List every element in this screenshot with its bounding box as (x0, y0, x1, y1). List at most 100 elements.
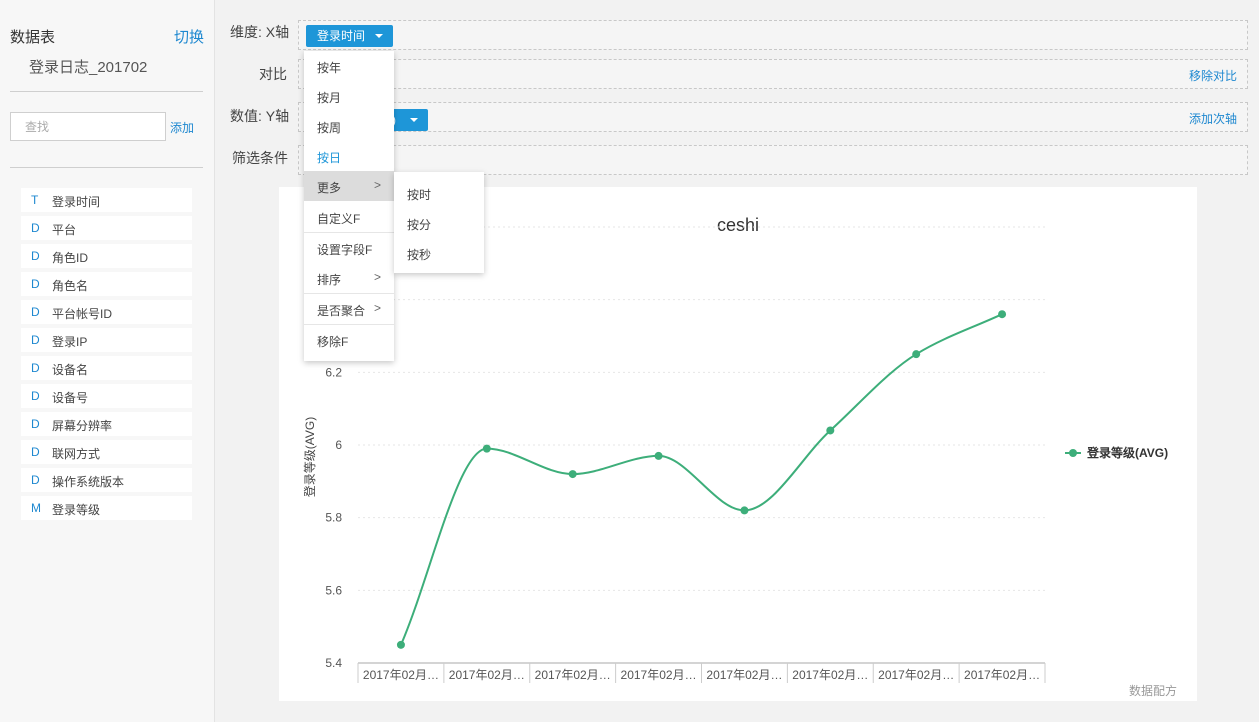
field-type-badge: D (31, 473, 40, 487)
field-list: T 登录时间 D 平台 D 角色ID D 角色名 D 平台帐号ID D 登录IP D 设备名 D 设备号 D 屏幕… (21, 188, 192, 524)
field-name: 角色名 (52, 279, 89, 293)
menu-item-label: 按月 (317, 91, 342, 105)
x-tick-label: 2017年02月… (792, 668, 868, 682)
y-tick-label: 5.6 (325, 583, 342, 597)
field-type-badge: M (31, 501, 41, 515)
field-name: 设备名 (52, 363, 89, 377)
switch-table-button[interactable]: 切换 (174, 26, 204, 47)
sidebar-title: 数据表 (10, 29, 56, 46)
menu-item[interactable]: 是否聚合 > (304, 294, 394, 324)
submenu-arrow-icon: > (373, 270, 381, 284)
filter-drop-zone[interactable] (298, 145, 1248, 175)
data-point (654, 451, 663, 460)
menu-separator (304, 232, 394, 233)
more-options-submenu: 按时按分按秒 (394, 172, 484, 273)
menu-separator (304, 324, 394, 325)
add-secondary-axis-button[interactable]: 添加次轴 (1189, 110, 1237, 127)
field-item[interactable]: D 登录IP (21, 328, 192, 352)
divider (10, 167, 203, 168)
y-tick-label: 6.2 (325, 365, 342, 379)
menu-item[interactable]: 更多 > (304, 171, 394, 201)
sidebar-header: 数据表 切换 (10, 26, 204, 46)
divider (10, 91, 203, 92)
menu-item-label: 是否聚合 (317, 304, 366, 318)
field-item[interactable]: D 平台帐号ID (21, 300, 192, 324)
compare-label: 对比 (259, 66, 287, 82)
field-type-badge: D (31, 277, 40, 291)
field-type-badge: D (31, 445, 40, 459)
submenu-arrow-icon: > (373, 301, 381, 315)
field-item[interactable]: D 角色ID (21, 244, 192, 268)
x-tick-label: 2017年02月… (964, 668, 1040, 682)
y-tick-label: 6 (335, 438, 342, 452)
menu-separator (304, 293, 394, 294)
menu-item[interactable]: 按年 (304, 51, 394, 81)
submenu-item[interactable]: 按分 (394, 208, 484, 238)
menu-item[interactable]: 按周 (304, 111, 394, 141)
series-line (400, 313, 1003, 646)
field-name: 联网方式 (52, 447, 101, 461)
field-name: 平台 (52, 223, 77, 237)
submenu-arrow-icon: > (373, 178, 381, 192)
field-item[interactable]: D 联网方式 (21, 440, 192, 464)
chart-title: ceshi (717, 215, 759, 235)
x-axis-field-pill[interactable]: 登录时间 (306, 25, 394, 47)
field-item[interactable]: D 平台 (21, 216, 192, 240)
field-item[interactable]: T 登录时间 (21, 188, 192, 212)
menu-item[interactable]: 排序 > (304, 263, 394, 293)
menu-item[interactable]: 按月 (304, 81, 394, 111)
menu-item-label: 移除F (317, 335, 349, 349)
menu-item-label: 更多 (317, 181, 342, 195)
data-point (568, 470, 577, 479)
field-item[interactable]: M 登录等级 (21, 496, 192, 520)
menu-item-label: 按周 (317, 121, 342, 135)
data-point (998, 310, 1007, 319)
table-name: 登录日志_201702 (29, 59, 148, 76)
y-axis-label: 登录等级(AVG) (302, 417, 317, 497)
field-item[interactable]: D 设备号 (21, 384, 192, 408)
menu-item-label: 设置字段F (317, 243, 373, 257)
field-item[interactable]: D 角色名 (21, 272, 192, 296)
field-item[interactable]: D 屏幕分辨率 (21, 412, 192, 436)
filter-label: 筛选条件 (232, 150, 288, 166)
submenu-item-label: 按时 (407, 188, 432, 202)
field-item[interactable]: D 设备名 (21, 356, 192, 380)
data-recipe-link[interactable]: 数据配方 (1129, 682, 1177, 699)
field-name: 屏幕分辨率 (52, 419, 113, 433)
add-field-button[interactable]: 添加 (170, 119, 194, 136)
submenu-item[interactable]: 按秒 (394, 238, 484, 268)
y-axis-label: 数值: Y轴 (230, 108, 290, 124)
field-name: 登录IP (52, 335, 88, 349)
submenu-item-label: 按秒 (407, 248, 432, 262)
x-tick-label: 2017年02月… (363, 668, 439, 682)
field-type-badge: D (31, 305, 40, 319)
menu-item[interactable]: 设置字段F (304, 233, 394, 263)
x-tick-label: 2017年02月… (706, 668, 782, 682)
field-type-badge: D (31, 361, 40, 375)
field-search-input[interactable] (10, 112, 166, 141)
submenu-item[interactable]: 按时 (394, 178, 484, 208)
field-type-badge: T (31, 193, 39, 207)
field-name: 登录时间 (52, 195, 101, 209)
y-axis-drop-zone[interactable]: 添加次轴 (298, 102, 1248, 132)
field-type-badge: D (31, 389, 40, 403)
field-type-badge: D (31, 221, 40, 235)
field-name: 操作系统版本 (52, 475, 125, 489)
menu-item[interactable]: 移除F (304, 325, 394, 355)
x-axis-drop-zone[interactable] (298, 20, 1248, 50)
field-item[interactable]: D 操作系统版本 (21, 468, 192, 492)
x-tick-label: 2017年02月… (449, 668, 525, 682)
field-type-badge: D (31, 417, 40, 431)
x-tick-label: 2017年02月… (535, 668, 611, 682)
data-point (826, 426, 835, 435)
menu-item-label: 按年 (317, 61, 342, 75)
field-name: 设备号 (52, 391, 89, 405)
field-name: 平台帐号ID (52, 307, 113, 321)
data-point (740, 506, 749, 515)
menu-item[interactable]: 自定义F (304, 202, 394, 232)
menu-item[interactable]: 按日 (304, 141, 394, 171)
remove-compare-button[interactable]: 移除对比 (1189, 67, 1237, 84)
sidebar: 数据表 切换 登录日志_201702 添加 T登录时间D平台D角色IDD角色名D… (0, 0, 215, 722)
data-point (482, 444, 491, 453)
compare-drop-zone[interactable]: 移除对比 (298, 59, 1248, 89)
